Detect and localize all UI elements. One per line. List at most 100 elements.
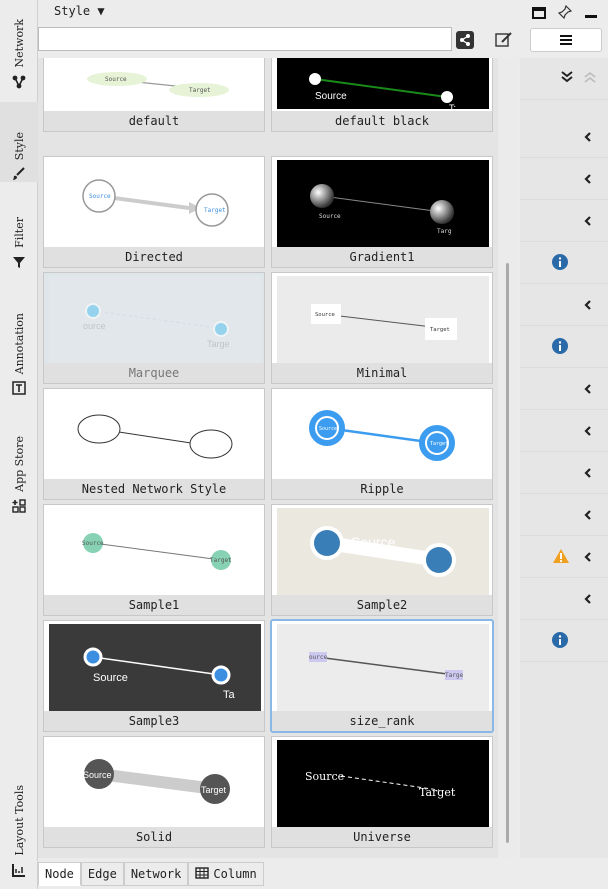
- float-window-icon[interactable]: [532, 4, 546, 23]
- style-name: Directed: [44, 247, 264, 267]
- svg-text:Ta: Ta: [223, 689, 236, 701]
- preview-marquee: ource Targe: [49, 276, 261, 363]
- tab-network-label: Network: [130, 867, 182, 881]
- style-tile-sample2[interactable]: Source Sample2: [271, 504, 493, 616]
- style-tile-default-black[interactable]: Source T: default black: [271, 58, 493, 132]
- svg-text:Source: Source: [82, 540, 104, 547]
- chevron-left-icon[interactable]: [584, 128, 592, 147]
- tab-annotation-label: Annotation: [12, 312, 26, 374]
- expand-icon[interactable]: [584, 68, 596, 87]
- style-tile-solid[interactable]: Source Target Solid: [43, 736, 265, 848]
- tab-node[interactable]: Node: [38, 862, 81, 886]
- style-tile-gradient1[interactable]: Source Targ Gradient1: [271, 156, 493, 268]
- chevron-left-icon[interactable]: [584, 464, 592, 483]
- tab-annotation[interactable]: Annotation: [0, 292, 38, 396]
- svg-text:Source: Source: [83, 770, 112, 780]
- chevron-left-icon[interactable]: [584, 170, 592, 189]
- chevron-left-icon[interactable]: [584, 380, 592, 399]
- gutter-row: [520, 200, 608, 242]
- svg-text:T:: T:: [449, 103, 456, 109]
- style-menu-button[interactable]: Style ▼: [54, 4, 105, 18]
- tab-style-label: Style: [12, 131, 26, 160]
- style-tile-nested-network-style[interactable]: Nested Network Style: [43, 388, 265, 500]
- style-tile-marquee[interactable]: ource Targe Marquee: [43, 272, 265, 384]
- preview-ripple: Source Target: [277, 392, 489, 479]
- info-icon[interactable]: [552, 338, 568, 358]
- bottom-tab-bar: Node Edge Network Column: [38, 862, 264, 886]
- preview-default-black: Source T:: [277, 58, 489, 109]
- table-icon: [195, 866, 210, 882]
- info-icon[interactable]: [552, 254, 568, 274]
- scrollbar-thumb[interactable]: [506, 263, 509, 843]
- style-tile-universe[interactable]: Source Target Universe: [271, 736, 493, 848]
- style-name: Minimal: [272, 363, 492, 383]
- options-menu-button[interactable]: [530, 28, 602, 52]
- style-gallery: Source Target default Source T: default …: [38, 58, 498, 858]
- tab-network-properties[interactable]: Network: [123, 862, 189, 886]
- edit-icon[interactable]: [494, 31, 514, 49]
- app-store-icon: [11, 498, 27, 514]
- style-name: default: [44, 111, 264, 131]
- style-tile-minimal[interactable]: Source Target Minimal: [271, 272, 493, 384]
- chevron-left-icon[interactable]: [584, 506, 592, 525]
- share-icon[interactable]: [456, 31, 474, 49]
- minimize-icon[interactable]: [584, 4, 598, 23]
- chevron-left-icon[interactable]: [584, 296, 592, 315]
- svg-text:Target: Target: [430, 327, 450, 333]
- gutter-row: [520, 620, 608, 662]
- warning-icon[interactable]: [552, 548, 570, 568]
- style-tile-sample1[interactable]: Source Target Sample1: [43, 504, 265, 616]
- gutter-row: [520, 578, 608, 620]
- window-controls: [532, 4, 598, 23]
- chevron-left-icon[interactable]: [584, 422, 592, 441]
- chevron-left-icon[interactable]: [584, 212, 592, 231]
- network-icon: [11, 74, 27, 90]
- svg-text:Target: Target: [204, 207, 226, 214]
- tab-edge[interactable]: Edge: [80, 862, 124, 886]
- svg-text:Target: Target: [210, 557, 232, 564]
- svg-text:Target: Target: [201, 785, 227, 795]
- tab-edge-label: Edge: [87, 867, 117, 881]
- svg-text:Source: Source: [305, 770, 344, 783]
- style-tile-directed[interactable]: Source Target Directed: [43, 156, 265, 268]
- preview-sample2: Source: [277, 508, 489, 595]
- svg-text:Target: Target: [419, 786, 456, 799]
- property-gutter: [520, 58, 608, 858]
- style-tile-ripple[interactable]: Source Target Ripple: [271, 388, 493, 500]
- style-tile-size-rank[interactable]: ource Targe size_rank: [270, 619, 494, 733]
- style-name: Ripple: [272, 479, 492, 499]
- style-tile-sample3[interactable]: Source Ta Sample3: [43, 620, 265, 732]
- chevron-left-icon[interactable]: [584, 590, 592, 609]
- gutter-row: [520, 410, 608, 452]
- gutter-row: [520, 536, 608, 578]
- collapse-icon[interactable]: [560, 68, 574, 87]
- style-name: Solid: [44, 827, 264, 847]
- gutter-row: [520, 116, 608, 158]
- gutter-row: [520, 452, 608, 494]
- gallery-scrollbar[interactable]: [498, 58, 518, 858]
- chevron-left-icon[interactable]: [584, 548, 592, 567]
- style-name: Nested Network Style: [44, 479, 264, 499]
- tab-column[interactable]: Column: [188, 862, 264, 886]
- style-toolbar: [38, 27, 608, 53]
- tab-app-store[interactable]: App Store: [0, 418, 38, 514]
- style-name: Gradient1: [272, 247, 492, 267]
- pin-icon[interactable]: [557, 4, 573, 23]
- svg-text:ource: ource: [83, 321, 106, 331]
- preview-universe: Source Target: [277, 740, 489, 827]
- tab-network-label: Network: [12, 19, 26, 68]
- tab-style[interactable]: Style: [0, 102, 38, 182]
- tab-column-label: Column: [213, 867, 257, 881]
- style-tile-default[interactable]: Source Target default: [43, 58, 265, 132]
- style-panel-header: Style ▼: [38, 0, 608, 26]
- svg-text:Source: Source: [319, 426, 337, 432]
- annotation-icon: [11, 380, 27, 396]
- tab-filter-label: Filter: [12, 217, 26, 248]
- style-name: Sample3: [44, 711, 264, 731]
- tab-network[interactable]: Network: [0, 6, 38, 90]
- tab-layout-tools[interactable]: Layout Tools: [0, 762, 38, 878]
- tab-filter[interactable]: Filter: [0, 198, 38, 270]
- info-icon[interactable]: [552, 632, 568, 652]
- style-search-input[interactable]: [38, 27, 452, 51]
- gutter-row: [520, 368, 608, 410]
